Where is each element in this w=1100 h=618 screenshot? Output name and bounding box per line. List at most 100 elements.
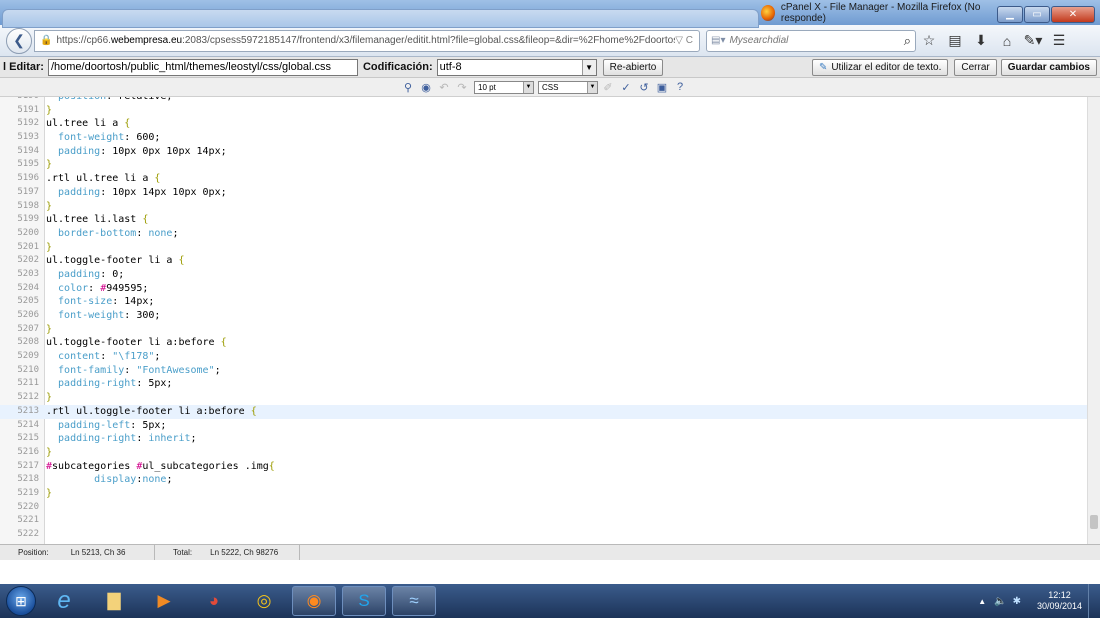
code-line[interactable]: 5196 .rtl ul.tree li a { [0, 172, 1087, 186]
line-number: 5201 [17, 241, 39, 252]
browser-tab[interactable] [2, 9, 759, 28]
fullscreen-icon[interactable]: ▣ [654, 80, 670, 95]
search-bar[interactable]: ▤▾ Mysearchdial ⌕ [706, 29, 916, 52]
code-line[interactable]: 5207} [0, 323, 1087, 337]
syntax-select[interactable]: CSS ▼ [538, 80, 598, 94]
code-token-val: ; [190, 433, 197, 445]
url-bar[interactable]: 🔒 https://cp66.webempresa.eu:2083/cpsess… [34, 29, 700, 52]
code-line[interactable]: 5216} [0, 446, 1087, 460]
media-player-icon[interactable]: ▶ [142, 586, 186, 616]
clock[interactable]: 12:12 30/09/2014 [1037, 590, 1082, 612]
line-number: 5209 [17, 351, 39, 362]
redo-icon[interactable]: ↷ [454, 80, 470, 95]
code-line[interactable]: 5206 font-weight: 300; [0, 309, 1087, 323]
save-changes-button[interactable]: Guardar cambios [1000, 58, 1097, 76]
active-code-line[interactable]: 5213 .rtl ul.toggle-footer li a:before { [0, 404, 1087, 419]
close-button[interactable]: Cerrar [954, 58, 997, 76]
code-line[interactable]: 5217 #subcategories #ul_subcategories .im… [0, 460, 1087, 474]
internet-explorer-icon[interactable]: e [42, 586, 86, 616]
code-line[interactable]: 5202 ul.toggle-footer li a { [0, 254, 1087, 268]
font-size-select[interactable]: 10 pt ▼ [474, 80, 534, 94]
reset-highlight-icon[interactable]: ✓ [618, 80, 634, 95]
code-line[interactable]: 5209 content: "\f178"; [0, 350, 1087, 364]
paint-icon[interactable]: ◕ [192, 586, 236, 616]
code-line[interactable]: 5191} [0, 104, 1087, 118]
reopen-button[interactable]: Re-abierto [602, 58, 664, 76]
undo-icon[interactable]: ↶ [436, 80, 452, 95]
volume-icon[interactable]: 🔈 [994, 596, 1006, 607]
search-input[interactable]: Mysearchdial [729, 35, 903, 46]
code-line[interactable]: 5190 position: relative; [0, 97, 1087, 104]
code-line[interactable]: 5208 ul.toggle-footer li a:before { [0, 336, 1087, 350]
use-text-editor-button[interactable]: ✎ Utilizar el editor de texto. [811, 58, 949, 76]
code-line[interactable]: 5212} [0, 391, 1087, 405]
home-icon[interactable]: ⌂ [994, 30, 1020, 52]
skype-icon[interactable]: S [342, 586, 386, 616]
code-line[interactable]: 5218 display:none; [0, 473, 1087, 487]
search-engine-icon[interactable]: ▤▾ [711, 35, 725, 46]
find-icon[interactable]: ⚲ [400, 80, 416, 95]
line-number: 5218 [17, 474, 39, 485]
code-line[interactable]: 5193 font-weight: 600; [0, 131, 1087, 145]
code-line[interactable]: 5197 padding: 10px 14px 10px 0px; [0, 186, 1087, 200]
code-line[interactable]: 5214 padding-left: 5px; [0, 419, 1087, 433]
code-line[interactable]: 5215 padding-right: inherit; [0, 432, 1087, 446]
goto-icon[interactable]: ◉ [418, 80, 434, 95]
code-line[interactable]: 5201} [0, 241, 1087, 255]
code-token-mod: inherit [148, 433, 191, 445]
vertical-scrollbar[interactable] [1087, 97, 1100, 544]
show-desktop-button[interactable] [1088, 584, 1100, 618]
search-icon[interactable]: ⌕ [904, 33, 911, 49]
bookmarks-list-icon[interactable]: ▤ [942, 30, 968, 52]
clock-date: 30/09/2014 [1036, 601, 1082, 611]
chrome-icon[interactable]: ◎ [242, 586, 286, 616]
bookmark-star-icon[interactable]: ☆ [916, 30, 942, 52]
word-wrap-icon[interactable]: ↺ [636, 80, 652, 95]
minimize-button[interactable]: ▁ [997, 6, 1023, 23]
code-token-val: : [136, 433, 149, 445]
code-line[interactable]: 5203 padding: 0; [0, 268, 1087, 282]
download-icon[interactable]: ⬇ [968, 30, 994, 52]
maximize-button[interactable]: ▭ [1024, 6, 1050, 23]
code-line[interactable]: 5205 font-size: 14px; [0, 295, 1087, 309]
addon-icon[interactable]: ✎▾ [1020, 30, 1046, 52]
line-number: 5217 [17, 460, 39, 471]
line-number: 5221 [17, 515, 39, 526]
code-line[interactable]: 5195} [0, 158, 1087, 172]
code-line[interactable]: 5192 ul.tree li a { [0, 117, 1087, 131]
code-line[interactable]: 5204 color: #949595; [0, 282, 1087, 296]
code-line[interactable]: 5221 [0, 514, 1087, 528]
filezilla-icon[interactable]: ≈ [392, 586, 436, 616]
code-token-str: "\f178" [112, 351, 155, 363]
code-line[interactable]: 5222 [0, 528, 1087, 542]
close-window-button[interactable]: ✕ [1051, 6, 1095, 23]
encoding-select[interactable]: utf-8 ▼ [436, 58, 597, 76]
windows-start-icon[interactable]: ⊞ [6, 586, 36, 616]
code-line[interactable]: 5210 font-family: "FontAwesome"; [0, 364, 1087, 378]
code-line[interactable]: 5199 ul.tree li.last { [0, 213, 1087, 227]
code-line[interactable]: 5198} [0, 200, 1087, 214]
highlight-icon[interactable]: ✐ [600, 80, 616, 95]
back-button[interactable]: ❮ [6, 27, 32, 54]
code-line[interactable]: 5194 padding: 10px 0px 10px 14px; [0, 145, 1087, 159]
code-token-brace: } [46, 392, 53, 404]
menu-icon[interactable]: ☰ [1046, 30, 1072, 52]
code-text: position: relative; [41, 97, 172, 104]
tray-expand-icon[interactable]: ▲ [978, 597, 986, 606]
file-explorer-icon[interactable]: ▇ [92, 586, 136, 616]
code-editor[interactable]: 5190 position: relative;5191}5192ul.tree… [0, 97, 1100, 544]
code-text: font-family: "FontAwesome"; [41, 364, 221, 378]
file-path-field[interactable]: /home/doortosh/public_html/themes/leosty… [47, 58, 358, 76]
firefox-taskbar-icon[interactable]: ◉ [292, 586, 336, 616]
scrollbar-thumb[interactable] [1090, 515, 1098, 529]
code-line[interactable]: 5211 padding-right: 5px; [0, 377, 1087, 391]
reload-icon[interactable]: ▽ C [675, 35, 693, 46]
code-token-sel: ul_subcategories .img [142, 460, 269, 472]
network-icon[interactable]: ✱ [1013, 596, 1021, 607]
code-text: ul.toggle-footer li a { [41, 254, 184, 268]
code-line[interactable]: 5200 border-bottom: none; [0, 227, 1087, 241]
code-line[interactable]: 5220 [0, 501, 1087, 515]
code-line[interactable]: 5219} [0, 487, 1087, 501]
help-icon[interactable]: ? [672, 80, 688, 95]
